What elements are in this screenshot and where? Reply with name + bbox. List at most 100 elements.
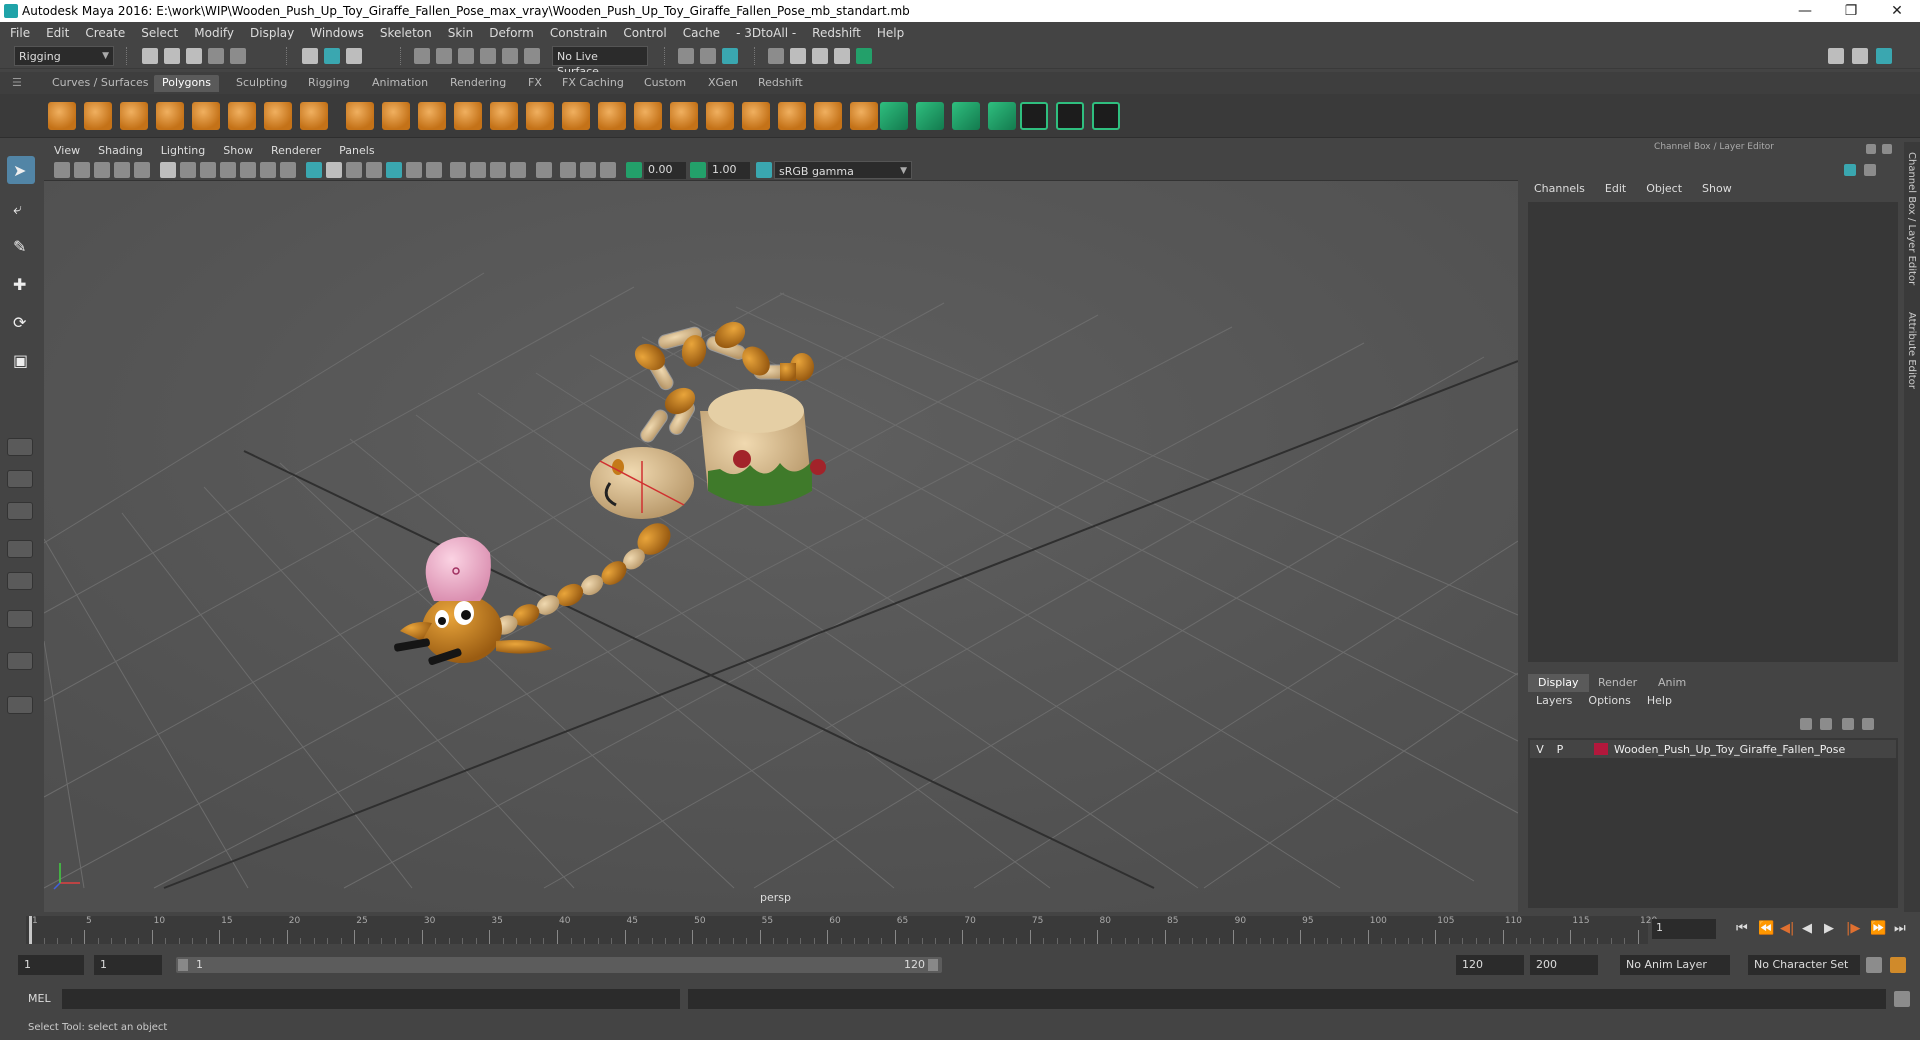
two-pane-side-layout-icon[interactable]: [7, 502, 33, 520]
channel-box-area[interactable]: [1528, 202, 1898, 662]
snap-grid-icon[interactable]: [414, 48, 430, 64]
shelf-tab-xgen[interactable]: XGen: [700, 75, 746, 92]
field-chart-icon[interactable]: [240, 162, 256, 178]
menu-help[interactable]: Help: [877, 26, 904, 40]
select-tool-icon[interactable]: ➤: [7, 156, 35, 184]
menu-edit[interactable]: Edit: [46, 26, 69, 40]
menu-display[interactable]: Display: [250, 26, 294, 40]
snap-surface-icon[interactable]: [502, 48, 518, 64]
make-hole-icon[interactable]: [706, 102, 734, 130]
scene-end-field[interactable]: 200: [1530, 955, 1598, 975]
step-back-key-icon[interactable]: ⏪: [1758, 921, 1774, 936]
gamma-field[interactable]: 1.00: [708, 162, 750, 179]
layer-color-swatch[interactable]: [1594, 743, 1608, 755]
redo-icon[interactable]: [230, 48, 246, 64]
menu-deform[interactable]: Deform: [489, 26, 534, 40]
default-lighting-icon[interactable]: [346, 162, 362, 178]
menu-file[interactable]: File: [10, 26, 30, 40]
shelf-tab-rigging[interactable]: Rigging: [300, 75, 358, 92]
command-input[interactable]: [62, 989, 680, 1009]
playback-start-field[interactable]: 1: [94, 955, 162, 975]
render-settings-icon[interactable]: [834, 48, 850, 64]
menu-select[interactable]: Select: [141, 26, 178, 40]
mirror-icon[interactable]: [778, 102, 806, 130]
checker-map-icon[interactable]: [1056, 102, 1084, 130]
open-scene-icon[interactable]: [164, 48, 180, 64]
channel-filter-icon[interactable]: [1844, 164, 1856, 176]
gamma-icon[interactable]: [690, 162, 706, 178]
extract-icon[interactable]: [418, 102, 446, 130]
two-pane-stacked-layout-icon[interactable]: [7, 540, 33, 558]
spherical-uv-icon[interactable]: [952, 102, 980, 130]
bevel-icon[interactable]: [490, 102, 518, 130]
playback-end-field[interactable]: 120: [1456, 955, 1524, 975]
shelf-tab-fx[interactable]: FX: [520, 75, 550, 92]
layer-name[interactable]: Wooden_Push_Up_Toy_Giraffe_Fallen_Pose: [1614, 743, 1845, 756]
cylindrical-uv-icon[interactable]: [916, 102, 944, 130]
layer-playback-toggle[interactable]: P: [1550, 743, 1570, 756]
new-layer-selected-icon[interactable]: [1862, 718, 1874, 730]
select-by-component-icon[interactable]: [346, 48, 362, 64]
step-forward-frame-icon[interactable]: |▶: [1846, 921, 1860, 936]
close-icon[interactable]: ✕: [1874, 3, 1920, 19]
move-tool-icon[interactable]: ✚: [7, 270, 35, 298]
poly-cone-icon[interactable]: [156, 102, 184, 130]
fill-hole-icon[interactable]: [742, 102, 770, 130]
ipr-render-icon[interactable]: [812, 48, 828, 64]
exposure-field[interactable]: 0.00: [644, 162, 686, 179]
multi-cut-icon[interactable]: [562, 102, 590, 130]
safe-action-icon[interactable]: [260, 162, 276, 178]
menu-set-dropdown[interactable]: Rigging ▼: [14, 46, 114, 66]
insert-edge-loop-icon[interactable]: [670, 102, 698, 130]
time-ruler[interactable]: 1 5 10 15 20 25 30 35 40 45 50 55 60 65 70 75 80 85 90 95 10…: [26, 916, 1657, 944]
anim-layer-dropdown[interactable]: No Anim Layer: [1620, 955, 1730, 975]
triangulate-icon[interactable]: [850, 102, 878, 130]
minimize-icon[interactable]: —: [1782, 3, 1828, 19]
paint-select-tool-icon[interactable]: ✎: [7, 232, 35, 260]
new-scene-icon[interactable]: [142, 48, 158, 64]
color-management-icon[interactable]: [756, 162, 772, 178]
workspace-layout-icon[interactable]: [1828, 48, 1844, 64]
layer-menu-help[interactable]: Help: [1647, 694, 1672, 712]
side-tab-attribute-editor[interactable]: Attribute Editor: [1906, 312, 1917, 389]
layer-menu-options[interactable]: Options: [1588, 694, 1630, 712]
make-live-icon[interactable]: [524, 48, 540, 64]
channel-menu-channels[interactable]: Channels: [1534, 182, 1585, 200]
viewport-menu-lighting[interactable]: Lighting: [161, 144, 205, 157]
channel-options-icon[interactable]: [1864, 164, 1876, 176]
menu-modify[interactable]: Modify: [194, 26, 234, 40]
planar-uv-icon[interactable]: [880, 102, 908, 130]
shelf-tab-rendering[interactable]: Rendering: [442, 75, 514, 92]
menu-3dtoall[interactable]: - 3DtoAll -: [736, 26, 796, 40]
shelf-menu-icon[interactable]: ☰: [4, 75, 30, 92]
construction-history-icon[interactable]: [722, 48, 738, 64]
outliner-layout-icon[interactable]: [7, 652, 33, 670]
go-to-start-icon[interactable]: ⏮: [1736, 921, 1748, 936]
select-camera-icon[interactable]: [54, 162, 70, 178]
side-tab-channel-box[interactable]: Channel Box / Layer Editor: [1906, 152, 1917, 285]
poly-sphere-icon[interactable]: [48, 102, 76, 130]
camera-attributes-icon[interactable]: [74, 162, 90, 178]
channel-menu-edit[interactable]: Edit: [1605, 182, 1626, 200]
uv-layout-icon[interactable]: [1092, 102, 1120, 130]
undo-icon[interactable]: [208, 48, 224, 64]
uv-editor-icon[interactable]: [1020, 102, 1048, 130]
hud-icon[interactable]: [600, 162, 616, 178]
step-forward-key-icon[interactable]: ⏩: [1870, 921, 1886, 936]
menu-control[interactable]: Control: [623, 26, 666, 40]
channel-menu-object[interactable]: Object: [1646, 182, 1682, 200]
range-bar[interactable]: 1 120: [176, 957, 942, 973]
viewport-menu-show[interactable]: Show: [223, 144, 253, 157]
custom-layout-icon[interactable]: [7, 696, 33, 714]
menu-cache[interactable]: Cache: [683, 26, 720, 40]
animation-prefs-icon[interactable]: [1890, 957, 1906, 973]
viewport-menu-panels[interactable]: Panels: [339, 144, 374, 157]
shelf-tab-polygons[interactable]: Polygons: [154, 75, 219, 92]
ambient-occlusion-icon[interactable]: [450, 162, 466, 178]
poly-pyramid-icon[interactable]: [264, 102, 292, 130]
move-layer-up-icon[interactable]: [1800, 718, 1812, 730]
poly-plane-icon[interactable]: [192, 102, 220, 130]
current-frame-field[interactable]: 1: [1652, 919, 1716, 939]
scene-start-field[interactable]: 1: [18, 955, 84, 975]
append-polygon-icon[interactable]: [634, 102, 662, 130]
